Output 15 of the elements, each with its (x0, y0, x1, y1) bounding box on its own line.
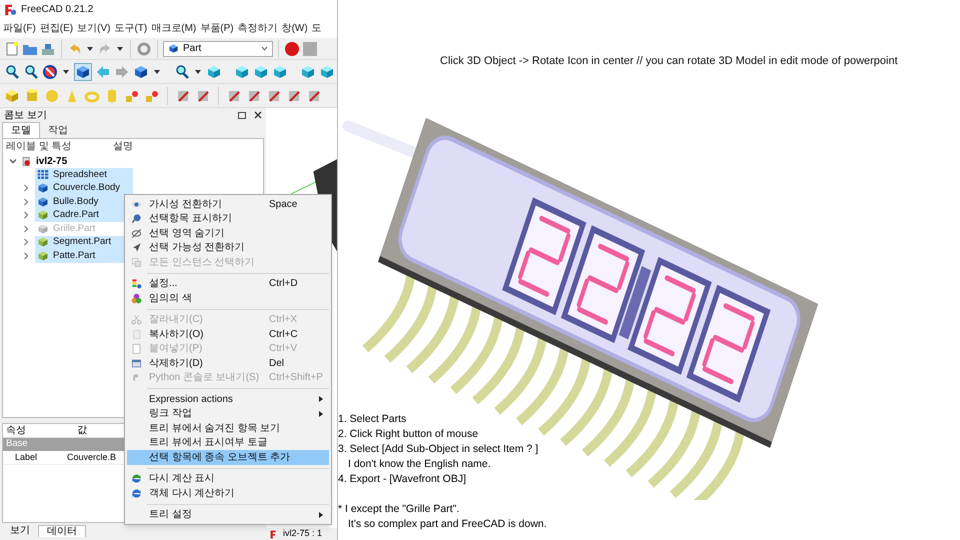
instruction-text: 2. Click Right button of mouse (338, 427, 480, 442)
instruction-text: I don't know the English name. (347, 457, 492, 472)
property-name: Label (14, 450, 38, 464)
panel-title: 콤보 보기 (4, 108, 48, 122)
instruction-text: 4. Export - [Wavefront OBJ] (338, 472, 467, 487)
slide-heading: Click 3D Object -> Rotate Icon in center // you can rotate 3D Model in edit mode of powerpoint (440, 55, 898, 67)
column-header: 설명 (112, 140, 133, 154)
window-title: FreeCAD 0.21.2 (21, 3, 94, 17)
instruction-text: * I except the "Grille Part". (338, 502, 460, 517)
instruction-text: It's so complex part and FreeCAD is down. (347, 517, 548, 532)
column-header: 값 (76, 424, 87, 438)
instruction-text: 1. Select Parts (338, 412, 408, 427)
column-header: 레이블 및 특성 (5, 140, 73, 154)
instruction-text: 3. Select [Add Sub-Object in select Item ? ] (338, 442, 540, 457)
column-header: 속성 (5, 424, 27, 438)
